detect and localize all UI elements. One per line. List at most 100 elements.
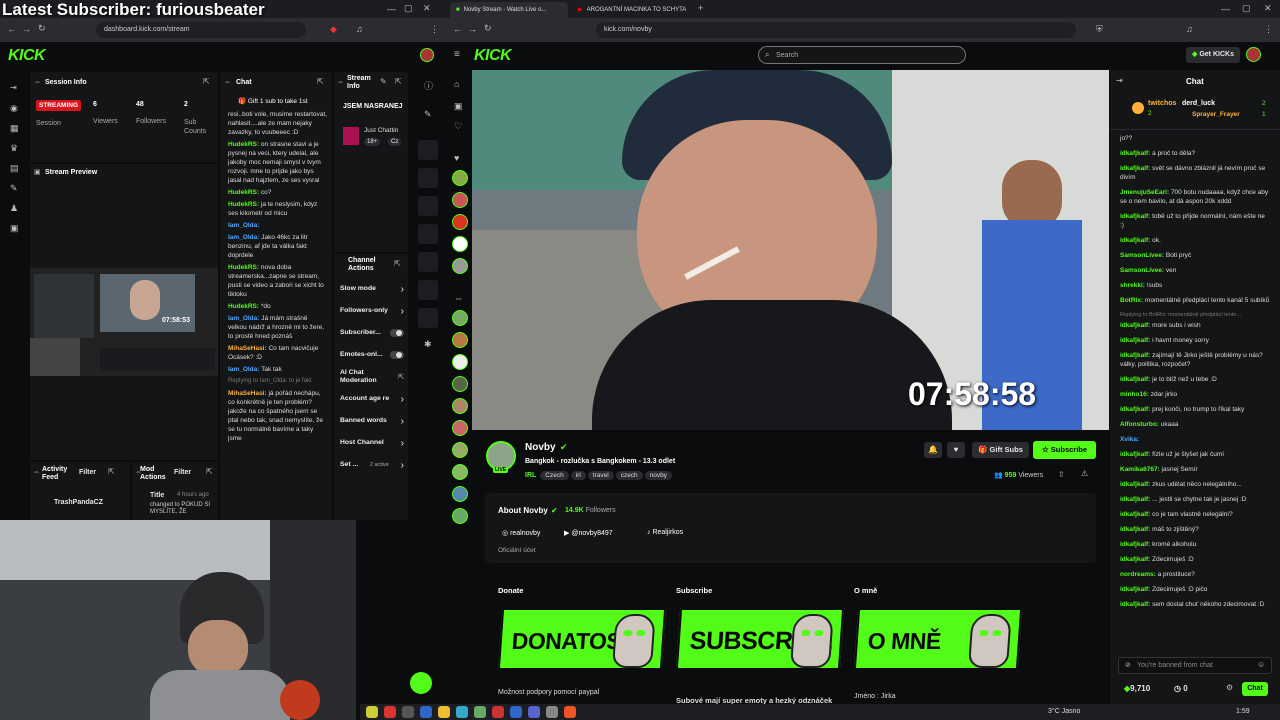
tag[interactable]: czech — [615, 471, 643, 480]
chat-message[interactable]: Alfonsturbo: ukaaa — [1120, 420, 1270, 429]
search-input[interactable]: ⌕ Search — [758, 46, 966, 64]
chat-username[interactable]: MihaSeHasi: — [228, 390, 267, 397]
minimize-icon[interactable]: — — [1221, 5, 1230, 14]
subscribe-banner[interactable]: SUBSCRIBE — [675, 608, 845, 670]
followed-avatar[interactable] — [452, 236, 468, 252]
gifter-name[interactable]: twitchos — [1148, 100, 1176, 107]
chat-message[interactable]: idkafjkalf: kromě alkoholu — [1120, 540, 1270, 549]
weather-widget[interactable]: 3°C Jasno — [1048, 708, 1080, 715]
chat-message[interactable]: SamsonLivee: Boti pryč — [1120, 251, 1270, 260]
reload-icon[interactable]: ↻ — [38, 24, 46, 33]
bell-icon[interactable]: 🔔 — [924, 442, 942, 458]
new-tab-icon[interactable]: + — [698, 4, 703, 13]
clock[interactable]: 1:59 — [1236, 708, 1250, 715]
chat-message[interactable]: MihaSeHasi: Co tam nacvičuje Ocásek? :D — [228, 344, 328, 362]
chat-message[interactable]: Xvika: — [1120, 435, 1270, 444]
preview-video[interactable]: 07:58:53 — [30, 268, 218, 376]
channel-action-item[interactable]: Account age re › — [340, 388, 404, 410]
chevron-right-icon[interactable]: › — [401, 284, 404, 295]
gifter-name[interactable]: derd_luck — [1182, 100, 1215, 107]
chat-message[interactable]: idkafjkalf: more subs i wish — [1120, 321, 1270, 330]
chat-message[interactable]: idkafjkalf: ... jestli se chytne tak je … — [1120, 495, 1270, 504]
app-icon[interactable] — [438, 706, 450, 718]
chat-username[interactable]: idkafjkalf: — [1120, 406, 1150, 413]
chat-username[interactable]: HudekRS: — [228, 189, 259, 196]
channel-action-item[interactable]: AI Chat Moderation ⇱ — [340, 366, 404, 388]
chat-username[interactable]: idkafjkalf: — [1120, 481, 1150, 488]
chat-message[interactable]: SamsonLivee: ven — [1120, 266, 1270, 275]
tag[interactable]: irl — [570, 471, 586, 480]
chat-username[interactable]: idkafjkalf: — [1120, 150, 1150, 157]
chat-message[interactable]: Iam_Olda: Tak tak — [228, 365, 328, 374]
chat-username[interactable]: idkafjkalf: — [1120, 601, 1150, 608]
followed-avatar[interactable] — [452, 354, 468, 370]
close-icon[interactable]: ✕ — [1264, 4, 1272, 13]
gift-subs-button[interactable]: 🎁 Gift Subs — [972, 442, 1029, 458]
kick-logo[interactable]: KICK — [8, 47, 46, 65]
app-icon[interactable] — [492, 706, 504, 718]
app-icon[interactable] — [564, 706, 576, 718]
followed-avatar[interactable] — [452, 442, 468, 458]
popout-icon[interactable]: ⇱ — [206, 468, 213, 476]
followed-avatar[interactable] — [452, 420, 468, 436]
category-link[interactable]: IRL — [525, 472, 536, 479]
followed-avatar[interactable] — [452, 376, 468, 392]
chat-message[interactable]: JmenujuSeEarl: 700 botu nudaaaa, když ch… — [1120, 188, 1270, 206]
chat-message[interactable]: shrekki: !subs — [1120, 281, 1270, 290]
tag[interactable]: novby — [644, 471, 673, 480]
follow-heart-icon[interactable]: ♥ — [947, 442, 965, 458]
collapse-chat-icon[interactable]: ⇥ — [1116, 77, 1123, 85]
chat-username[interactable]: idkafjkalf: — [1120, 322, 1150, 329]
chat-username[interactable]: Iam_Olda: — [228, 315, 259, 322]
chat-username[interactable]: SamsonLivee: — [1120, 267, 1164, 274]
chat-username[interactable]: Iam_Olda: — [228, 234, 259, 241]
chat-message[interactable]: resi..boti vole, musime restartovat, nah… — [228, 110, 328, 137]
followed-avatar[interactable] — [452, 398, 468, 414]
shortcut-button[interactable] — [418, 252, 438, 272]
wrench-icon[interactable]: ✎ — [10, 184, 18, 193]
chat-message[interactable]: idkafjkalf: prej konči, no trump to říka… — [1120, 405, 1270, 414]
chat-username[interactable]: HudekRS: — [228, 141, 259, 148]
home-icon[interactable]: ⌂ — [454, 80, 459, 89]
chat-message[interactable]: Iam_Olda: Jako 46kc za litr benzinu, af … — [228, 233, 328, 260]
chat-message[interactable]: idkafjkalf: Zdecimuješ :D — [1120, 555, 1270, 564]
app-icon[interactable] — [402, 706, 414, 718]
kick-logo[interactable]: KICK — [474, 47, 512, 65]
chat-username[interactable]: idkafjkalf: — [1120, 352, 1150, 359]
chat-username[interactable]: Xvika: — [1120, 436, 1139, 443]
popout-icon[interactable]: ⇱ — [398, 374, 404, 381]
app-icon[interactable] — [384, 706, 396, 718]
channel-action-item[interactable]: Followers-only › — [340, 300, 404, 322]
chat-message[interactable]: idkafjkalf: zkus udělat něco nelegálního… — [1120, 480, 1270, 489]
chat-message[interactable]: idkafjkalf: sem dostal chuť někoho zdeci… — [1120, 600, 1270, 609]
chat-username[interactable]: Alfonsturbo: — [1120, 421, 1159, 428]
back-icon[interactable]: ← — [7, 25, 16, 34]
heart-icon[interactable]: ♥ — [454, 154, 459, 163]
broadcast-icon[interactable]: ◉ — [10, 104, 18, 113]
app-icon[interactable] — [420, 706, 432, 718]
hamburger-icon[interactable]: ≡ — [454, 50, 460, 60]
chat-message[interactable]: MihaSeHasi: já pořád nechápu, co konkrét… — [228, 389, 328, 443]
donate-banner[interactable]: DONATOSS — [497, 608, 667, 670]
right-url-field[interactable]: kick.com/novby — [596, 22, 1076, 38]
trophy-icon[interactable]: ♛ — [10, 144, 18, 153]
chat-message[interactable]: idkafjkalf: svět se dávno zbláznil já ne… — [1120, 164, 1270, 182]
plugin-icon[interactable]: ✱ — [424, 340, 432, 349]
users-icon[interactable]: ♟ — [10, 204, 18, 213]
shortcut-button[interactable] — [418, 280, 438, 300]
chat-message[interactable]: idkafjkalf: co je tam vlastně nelegální? — [1120, 510, 1270, 519]
app-icon[interactable] — [510, 706, 522, 718]
info-icon[interactable]: ⓘ — [424, 82, 433, 91]
chat-username[interactable]: HudekRS: — [228, 264, 259, 271]
chat-username[interactable]: idkafjkalf: — [1120, 526, 1150, 533]
chat-username[interactable]: idkafjkalf: — [1120, 337, 1150, 344]
followed-avatar[interactable] — [452, 170, 468, 186]
popout-icon[interactable]: ⇱ — [394, 260, 401, 268]
chat-message[interactable]: idkafjkalf: a proč to děla? — [1120, 149, 1270, 158]
back-icon[interactable]: ← — [453, 25, 462, 34]
chat-username[interactable]: HudekRS: — [228, 201, 259, 208]
chat-username[interactable]: Kamika6767: — [1120, 466, 1160, 473]
expand-icon[interactable]: ⇥ — [10, 84, 17, 92]
chat-username[interactable]: idkafjkalf: — [1120, 451, 1150, 458]
chat-username[interactable]: BotRix: — [1120, 297, 1143, 304]
